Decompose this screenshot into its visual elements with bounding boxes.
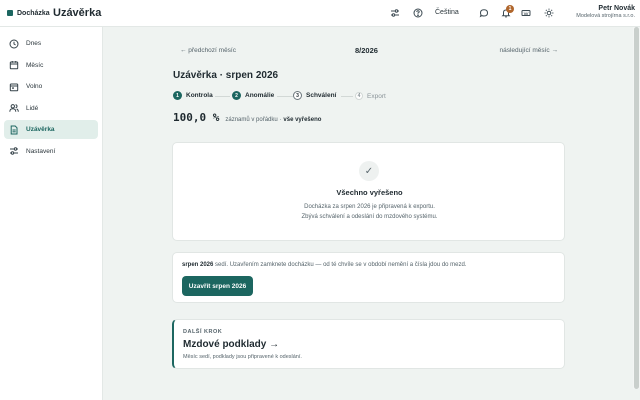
sidebar-item-lide[interactable]: Lidé: [4, 99, 98, 118]
step-label: Anomálie: [245, 92, 275, 99]
all-resolved-line: Docházka za srpen 2026 je připravená k e…: [304, 204, 435, 210]
user-name: Petr Novák: [598, 5, 635, 12]
sidebar-item-dnes[interactable]: Dnes: [4, 34, 98, 53]
close-month-card: srpen 2026 sedí. Uzavřením zamknete doch…: [172, 252, 565, 303]
close-month-description: sedí. Uzavřením zamknete docházku — od t…: [215, 262, 467, 268]
chat-icon[interactable]: [479, 8, 489, 18]
sidebar-item-label: Uzávěrka: [26, 126, 55, 133]
sidebar: Dnes Měsíc Volno Lidé Uzávěrka Nastavení: [0, 27, 103, 400]
next-step-title[interactable]: Mzdové podklady →: [183, 339, 279, 350]
step-label: Export: [367, 92, 386, 100]
prev-month-link[interactable]: ← předchozí měsíc: [180, 47, 236, 54]
calendar-icon: [9, 60, 19, 70]
step-kontrola[interactable]: 1 Kontrola: [173, 91, 213, 100]
sidebar-item-label: Dnes: [26, 40, 42, 47]
user-org: Modelová strojírna s.r.o.: [576, 13, 635, 19]
main-content: ← předchozí měsíc 8/2026 následující měs…: [103, 27, 633, 400]
user-menu[interactable]: Petr Novák Modelová strojírna s.r.o.: [576, 5, 635, 19]
notification-badge: 1: [506, 5, 514, 13]
step-connector: [277, 96, 293, 97]
step-label: Kontrola: [186, 92, 213, 99]
sidebar-item-volno[interactable]: Volno: [4, 77, 98, 96]
summary-line: 100,0 % záznamů v pořádku · vše vyřešeno: [173, 111, 321, 124]
current-month: 8/2026: [355, 46, 378, 55]
page-title: Uzávěrka: [53, 7, 102, 19]
checkmark-icon: ✓: [359, 161, 379, 181]
next-step-eyebrow: DALŠÍ KROK: [183, 329, 223, 335]
step-export[interactable]: 4 Export: [355, 92, 386, 100]
step-anomalie[interactable]: 2 Anomálie: [232, 91, 274, 100]
language-selector[interactable]: Čeština: [435, 9, 459, 16]
next-month-link[interactable]: následující měsíc →: [499, 47, 558, 54]
sidebar-item-mesic[interactable]: Měsíc: [4, 56, 98, 75]
close-month-name: srpen 2026: [182, 262, 214, 268]
sliders-icon: [9, 146, 19, 156]
next-step-card[interactable]: DALŠÍ KROK Mzdové podklady → Měsíc sedí,…: [172, 319, 565, 369]
close-month-button[interactable]: Uzavřít srpen 2026: [182, 276, 253, 296]
theme-sun-icon[interactable]: [544, 8, 554, 18]
sidebar-item-label: Měsíc: [26, 61, 44, 69]
step-number: 2: [232, 91, 241, 100]
document-icon: [9, 125, 19, 135]
step-connector: [341, 96, 353, 97]
keyboard-icon[interactable]: [521, 8, 531, 18]
all-resolved-line: Zbývá schválení a odeslání do mzdového s…: [301, 214, 438, 220]
clock-icon: [9, 39, 19, 49]
step-schvaleni[interactable]: 3 Schválení: [293, 91, 336, 100]
step-number: 4: [355, 92, 363, 100]
close-month-text: srpen 2026 sedí. Uzavřením zamknete doch…: [182, 262, 467, 268]
sliders-icon[interactable]: [390, 8, 400, 18]
section-heading: Uzávěrka · srpen 2026: [173, 70, 279, 81]
users-icon: [9, 103, 19, 113]
next-step-subtitle: Měsíc sedí, podklady jsou připravené k o…: [183, 354, 302, 360]
scrollbar-thumb[interactable]: [634, 27, 639, 389]
step-number: 1: [173, 91, 182, 100]
sidebar-item-nastaveni[interactable]: Nastavení: [4, 142, 98, 161]
stepper: 1 Kontrola 2 Anomálie 3 Schválení 4 Expo…: [173, 91, 533, 101]
step-connector: [215, 96, 230, 97]
step-number: 3: [293, 91, 302, 100]
help-icon[interactable]: [413, 8, 423, 18]
sidebar-item-label: Lidé: [26, 104, 39, 112]
step-label: Schválení: [306, 92, 337, 99]
sidebar-item-label: Nastavení: [26, 147, 56, 155]
brand-name: Docházka: [17, 9, 50, 17]
summary-text: záznamů v pořádku ·: [225, 117, 282, 123]
brand-logo-icon: [7, 10, 13, 16]
scrollbar[interactable]: [633, 27, 640, 389]
all-resolved-card: ✓ Všechno vyřešeno Docházka za srpen 202…: [172, 142, 565, 241]
sidebar-item-label: Volno: [26, 83, 43, 90]
percent-ok: 100,0 %: [173, 111, 220, 124]
summary-status: vše vyřešeno: [283, 117, 322, 123]
sidebar-item-uzaverka[interactable]: Uzávěrka: [4, 120, 98, 139]
all-resolved-title: Všechno vyřešeno: [336, 188, 403, 197]
calendar-off-icon: [9, 82, 19, 92]
